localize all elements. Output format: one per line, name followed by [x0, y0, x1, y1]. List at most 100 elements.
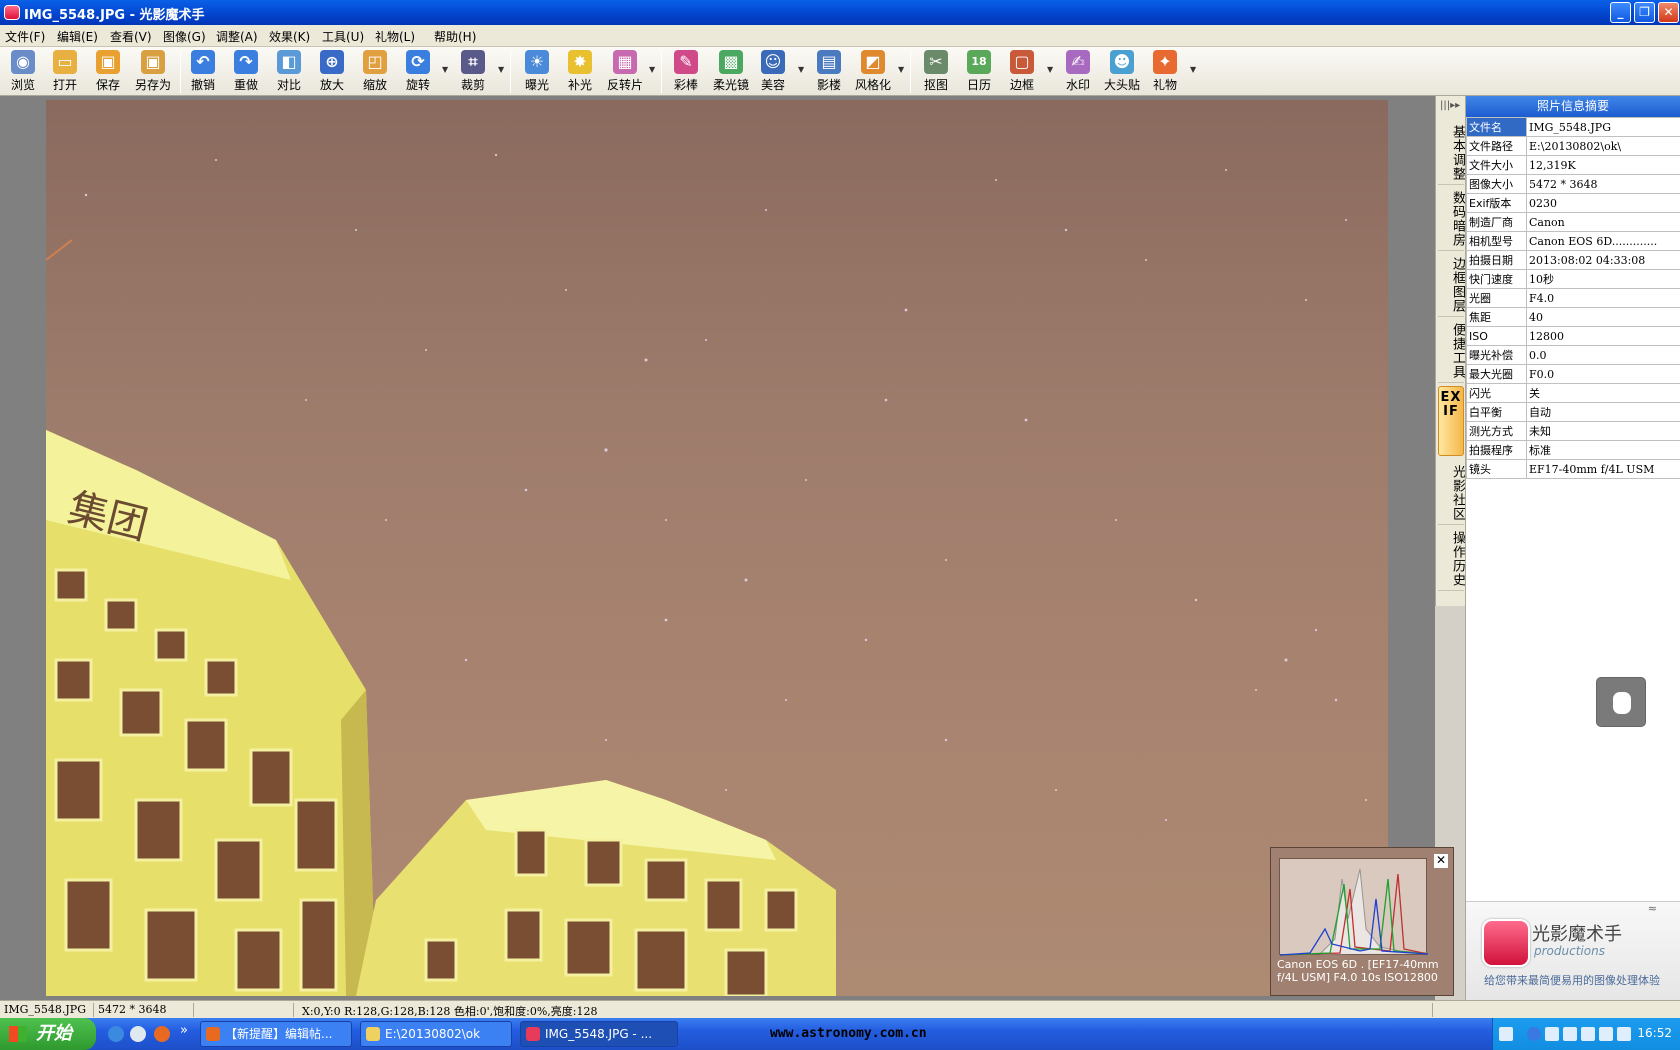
exposure-button[interactable]: ☀ 曝光 — [517, 50, 557, 94]
close-button[interactable]: ✕ — [1658, 2, 1679, 23]
browser-icon[interactable] — [130, 1026, 146, 1042]
tab-digital-darkroom[interactable]: 数码暗房 — [1438, 188, 1465, 251]
slide-film-dropdown-icon[interactable]: ▼ — [649, 65, 655, 74]
exif-row[interactable]: 闪光关 — [1466, 383, 1680, 403]
taskbar-item-folder[interactable]: E:\20130802\ok — [360, 1021, 512, 1047]
exif-row[interactable]: 镜头 EF17-40mm f/4L USM — [1466, 459, 1680, 479]
exif-row[interactable]: 白平衡 自动 — [1466, 402, 1680, 422]
exif-row[interactable]: 拍摄程序 标准 — [1466, 440, 1680, 460]
exif-row[interactable]: 焦距 40 — [1466, 307, 1680, 327]
exif-row[interactable]: 文件路径 E:\20130802\ok\ — [1466, 136, 1680, 156]
gift-button[interactable]: ✦ 礼物 — [1145, 50, 1185, 94]
minimize-button[interactable]: _ — [1610, 2, 1631, 23]
zoom-in-button[interactable]: ⊕ 放大 — [312, 50, 352, 94]
keyboard-icon[interactable] — [1499, 1027, 1513, 1041]
gift-dropdown-icon[interactable]: ▼ — [1190, 65, 1196, 74]
tab-basic-adjust[interactable]: 基本调整 — [1438, 122, 1465, 185]
tab-frame-layers[interactable]: 边框图层 — [1438, 254, 1465, 317]
taskbar-item-forum[interactable]: 【新提醒】编辑帖... — [200, 1021, 352, 1047]
usb-icon[interactable] — [1563, 1027, 1577, 1041]
network-icon[interactable] — [1581, 1027, 1595, 1041]
histogram-panel[interactable]: ✕ Canon EOS 6D . [EF17-40mm f/4L USM] F4… — [1270, 847, 1454, 996]
menu-adjust[interactable]: 调整(A) — [216, 28, 258, 45]
start-button[interactable]: 开始 — [0, 1018, 96, 1050]
crop-button[interactable]: ⌗ 裁剪 — [453, 50, 493, 94]
menu-gifts[interactable]: 礼物(L) — [375, 28, 415, 45]
exif-row[interactable]: 光圈 F4.0 — [1466, 288, 1680, 308]
back-arrow-icon[interactable] — [1527, 1027, 1541, 1041]
exif-row[interactable]: ISO 12800 — [1466, 326, 1680, 346]
save-button[interactable]: ▣ 保存 — [88, 50, 128, 94]
exif-row[interactable]: 曝光补偿 0.0 — [1466, 345, 1680, 365]
exif-row[interactable]: 快门速度 10秒 — [1466, 269, 1680, 289]
quicklaunch-more-icon[interactable]: » — [180, 1023, 188, 1038]
shield-icon[interactable] — [1599, 1027, 1613, 1041]
stylize-button[interactable]: ◩ 风格化 — [851, 50, 895, 94]
browse-button[interactable]: ◉ 浏览 — [3, 50, 43, 94]
stylize-dropdown-icon[interactable]: ▼ — [898, 65, 904, 74]
slide-film-button[interactable]: ▦ 反转片 — [603, 50, 647, 94]
menu-edit[interactable]: 编辑(E) — [57, 28, 98, 45]
frame-dropdown-icon[interactable]: ▼ — [1047, 65, 1053, 74]
exif-row[interactable]: 相机型号 Canon EOS 6D............. — [1466, 231, 1680, 251]
tab-exif[interactable]: EXIF — [1438, 386, 1464, 456]
fill-light-icon: ✸ — [568, 50, 592, 74]
exif-row[interactable]: 文件名 IMG_5548.JPG — [1466, 117, 1680, 137]
watermark-button[interactable]: ✍ 水印 — [1058, 50, 1098, 94]
rotate-button[interactable]: ⟳ 旋转 — [398, 50, 438, 94]
app-icon[interactable] — [4, 5, 20, 20]
tray-app-icon[interactable] — [1545, 1027, 1559, 1041]
exif-row[interactable]: Exif版本 0230 — [1466, 193, 1680, 213]
studio-button[interactable]: ▤ 影楼 — [809, 50, 849, 94]
toolbar: ◉ 浏览 ▭ 打开 ▣ 保存 ▣ 另存为 ↶ 撤销 ↷ 重做 ◧ 对比 ⊕ 放大 ◰ 缩放 ⟳ 旋转… — [0, 47, 1680, 96]
fill-light-button[interactable]: ✸ 补光 — [560, 50, 600, 94]
tab-quick-tools[interactable]: 便捷工具 — [1438, 320, 1465, 383]
collapse-chevron-icon[interactable]: ≈ — [1648, 902, 1657, 915]
volume-icon[interactable] — [1617, 1027, 1631, 1041]
beauty-icon: ☺ — [761, 50, 785, 74]
open-button[interactable]: ▭ 打开 — [45, 50, 85, 94]
frame-button[interactable]: ▢ 边框 — [1002, 50, 1042, 94]
cutout-button[interactable]: ✂ 抠图 — [916, 50, 956, 94]
photo-canvas[interactable]: 集团 — [46, 100, 1388, 996]
crop-icon: ⌗ — [461, 50, 485, 74]
soft-light-button[interactable]: ▩ 柔光镜 — [709, 50, 753, 94]
brand-banner[interactable]: ≈ 光影魔术手 productions 给您带来最简便易用的图像处理体验 — [1466, 901, 1680, 1000]
exif-row[interactable]: 文件大小 12,319K — [1466, 155, 1680, 175]
sticker-button[interactable]: ☻ 大头贴 — [1100, 50, 1144, 94]
taskbar: 开始 » 【新提醒】编辑帖... E:\20130802\ok IMG_5548… — [0, 1018, 1680, 1050]
exif-row[interactable]: 图像大小 5472 * 3648 — [1466, 174, 1680, 194]
exif-row[interactable]: 最大光圈 F0.0 — [1466, 364, 1680, 384]
save-as-button[interactable]: ▣ 另存为 — [131, 50, 175, 94]
menu-effects[interactable]: 效果(K) — [269, 28, 310, 45]
restore-button[interactable]: ❐ — [1634, 2, 1655, 23]
compare-button[interactable]: ◧ 对比 — [269, 50, 309, 94]
soft-light-icon: ▩ — [719, 50, 743, 74]
rotate-dropdown-icon[interactable]: ▼ — [442, 65, 448, 74]
ie-icon[interactable] — [108, 1026, 124, 1042]
redo-button[interactable]: ↷ 重做 — [226, 50, 266, 94]
firefox-icon[interactable] — [154, 1026, 170, 1042]
beauty-dropdown-icon[interactable]: ▼ — [798, 65, 804, 74]
drag-handle-button[interactable] — [1596, 677, 1646, 727]
taskbar-item-photo-editor[interactable]: IMG_5548.JPG - ... — [520, 1021, 678, 1047]
menu-image[interactable]: 图像(G) — [163, 28, 206, 45]
crop-dropdown-icon[interactable]: ▼ — [498, 65, 504, 74]
undo-button[interactable]: ↶ 撤销 — [183, 50, 223, 94]
histogram-close-button[interactable]: ✕ — [1434, 854, 1448, 868]
tab-community[interactable]: 光影社区 — [1438, 462, 1465, 525]
calendar-button[interactable]: 18 日历 — [959, 50, 999, 94]
exif-row[interactable]: 测光方式 未知 — [1466, 421, 1680, 441]
menu-help[interactable]: 帮助(H) — [434, 28, 476, 45]
menu-view[interactable]: 查看(V) — [110, 28, 152, 45]
exif-row[interactable]: 制造厂商 Canon — [1466, 212, 1680, 232]
exif-row[interactable]: 拍摄日期 2013:08:02 04:33:08 — [1466, 250, 1680, 270]
menu-file[interactable]: 文件(F) — [5, 28, 45, 45]
tab-history[interactable]: 操作历史 — [1438, 528, 1465, 591]
resize-button[interactable]: ◰ 缩放 — [355, 50, 395, 94]
panel-grip-icon[interactable]: |||▸▸ — [1440, 100, 1460, 111]
color-wand-button[interactable]: ✎ 彩棒 — [666, 50, 706, 94]
exif-value: EF17-40mm f/4L USM — [1526, 459, 1680, 479]
menu-tools[interactable]: 工具(U) — [322, 28, 364, 45]
beauty-button[interactable]: ☺ 美容 — [753, 50, 793, 94]
